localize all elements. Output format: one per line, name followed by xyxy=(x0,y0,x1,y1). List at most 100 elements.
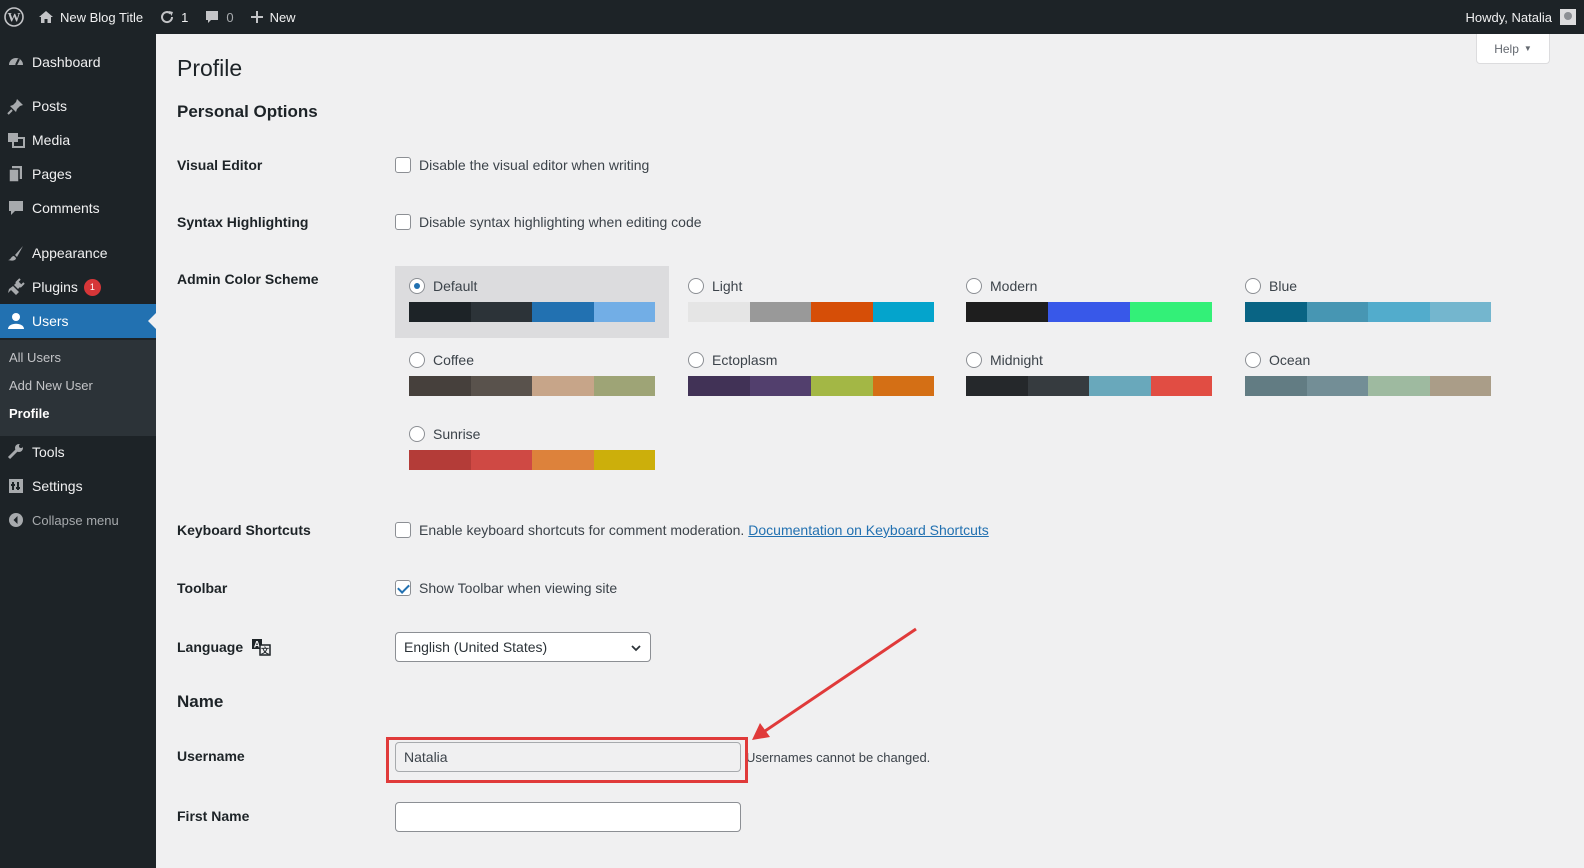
help-tab-button[interactable]: Help ▼ xyxy=(1476,34,1550,64)
brush-icon xyxy=(6,243,26,263)
color-scheme-radio[interactable] xyxy=(409,352,425,368)
pin-icon xyxy=(6,96,26,116)
color-swatches xyxy=(1245,376,1491,396)
caret-down-icon: ▼ xyxy=(1523,44,1532,53)
syntax-highlighting-option-text: Disable syntax highlighting when editing… xyxy=(419,214,702,230)
annotation-arrow-icon xyxy=(752,627,917,740)
media-icon xyxy=(6,130,26,150)
username-label: Username xyxy=(177,748,245,764)
menu-comments[interactable]: Comments xyxy=(0,191,156,225)
color-scheme-radio[interactable] xyxy=(1245,278,1261,294)
user-icon xyxy=(6,311,26,331)
site-name-link[interactable]: New Blog Title xyxy=(30,0,151,34)
submenu-all-users[interactable]: All Users xyxy=(9,350,61,365)
menu-settings[interactable]: Settings xyxy=(0,469,156,503)
menu-tools[interactable]: Tools xyxy=(0,435,156,469)
comment-icon xyxy=(6,198,26,218)
comments-count: 0 xyxy=(226,9,234,25)
menu-label: Comments xyxy=(32,200,100,216)
color-scheme-midnight[interactable]: Midnight xyxy=(952,340,1226,412)
color-scheme-radio[interactable] xyxy=(1245,352,1261,368)
color-scheme-ocean[interactable]: Ocean xyxy=(1231,340,1505,412)
collapse-menu-button[interactable]: Collapse menu xyxy=(0,503,156,537)
keyboard-shortcuts-option[interactable]: Enable keyboard shortcuts for comment mo… xyxy=(395,522,989,538)
menu-dashboard[interactable]: Dashboard xyxy=(0,45,156,79)
username-description: Usernames cannot be changed. xyxy=(746,750,931,765)
language-select[interactable]: English (United States) xyxy=(395,632,651,662)
color-scheme-light[interactable]: Light xyxy=(674,266,948,338)
name-heading: Name xyxy=(177,692,224,711)
plugin-icon xyxy=(6,277,26,297)
translation-icon: A文 xyxy=(251,638,271,659)
color-scheme-ectoplasm[interactable]: Ectoplasm xyxy=(674,340,948,412)
wrench-icon xyxy=(6,442,26,462)
toolbar-checkbox[interactable] xyxy=(395,580,411,596)
updates-link[interactable]: 1 xyxy=(151,0,196,34)
visual-editor-option-text: Disable the visual editor when writing xyxy=(419,157,650,173)
color-scheme-radio[interactable] xyxy=(409,278,425,294)
first-name-field[interactable] xyxy=(395,802,741,832)
color-scheme-name: Modern xyxy=(990,278,1038,294)
language-label: Language xyxy=(177,639,244,656)
menu-label: Media xyxy=(32,132,71,148)
color-swatches xyxy=(688,376,934,396)
color-scheme-radio[interactable] xyxy=(966,352,982,368)
annotation-highlight-box xyxy=(386,737,748,783)
color-scheme-radio[interactable] xyxy=(688,278,704,294)
comment-icon xyxy=(204,9,220,25)
color-swatches xyxy=(966,376,1212,396)
color-scheme-radio[interactable] xyxy=(688,352,704,368)
account-menu[interactable]: Howdy, Natalia xyxy=(1466,0,1576,34)
color-scheme-modern[interactable]: Modern xyxy=(952,266,1226,338)
color-scheme-default[interactable]: Default xyxy=(395,266,669,338)
avatar xyxy=(1560,9,1576,25)
plus-icon xyxy=(250,10,264,24)
comments-link[interactable]: 0 xyxy=(196,0,241,34)
wordpress-logo-icon[interactable]: W xyxy=(0,0,30,34)
color-scheme-radio[interactable] xyxy=(409,426,425,442)
menu-posts[interactable]: Posts xyxy=(0,89,156,123)
color-scheme-radio[interactable] xyxy=(966,278,982,294)
menu-label: Appearance xyxy=(32,245,108,261)
keyboard-shortcuts-docs-link[interactable]: Documentation on Keyboard Shortcuts xyxy=(748,522,988,538)
keyboard-shortcuts-label: Keyboard Shortcuts xyxy=(177,522,311,538)
menu-pages[interactable]: Pages xyxy=(0,157,156,191)
howdy-greeting: Howdy, Natalia xyxy=(1465,9,1552,25)
menu-media[interactable]: Media xyxy=(0,123,156,157)
users-submenu: All Users Add New User Profile xyxy=(0,340,156,436)
color-swatches xyxy=(409,450,655,470)
color-scheme-name: Default xyxy=(433,278,478,294)
first-name-label: First Name xyxy=(177,808,250,824)
collapse-menu-label: Collapse menu xyxy=(32,512,119,528)
syntax-highlighting-checkbox[interactable] xyxy=(395,214,411,230)
menu-label: Users xyxy=(32,313,69,329)
svg-text:文: 文 xyxy=(261,646,270,656)
visual-editor-checkbox[interactable] xyxy=(395,157,411,173)
help-label: Help xyxy=(1494,41,1519,56)
menu-label: Tools xyxy=(32,444,65,460)
syntax-highlighting-label: Syntax Highlighting xyxy=(177,214,309,230)
new-label: New xyxy=(269,9,296,25)
keyboard-shortcuts-option-text: Enable keyboard shortcuts for comment mo… xyxy=(419,522,745,538)
updates-count: 1 xyxy=(181,9,189,25)
settings-icon xyxy=(6,476,26,496)
color-scheme-sunrise[interactable]: Sunrise xyxy=(395,414,669,486)
submenu-add-new-user[interactable]: Add New User xyxy=(9,378,93,393)
color-scheme-name: Coffee xyxy=(433,352,474,368)
color-scheme-blue[interactable]: Blue xyxy=(1231,266,1505,338)
toolbar-option[interactable]: Show Toolbar when viewing site xyxy=(395,580,617,596)
color-swatches xyxy=(966,302,1212,322)
syntax-highlighting-option[interactable]: Disable syntax highlighting when editing… xyxy=(395,214,702,230)
keyboard-shortcuts-checkbox[interactable] xyxy=(395,522,411,538)
home-icon xyxy=(38,9,54,25)
submenu-profile[interactable]: Profile xyxy=(9,406,49,421)
color-scheme-coffee[interactable]: Coffee xyxy=(395,340,669,412)
menu-appearance[interactable]: Appearance xyxy=(0,236,156,270)
chevron-down-icon xyxy=(630,641,642,657)
language-label-row: Language A文 xyxy=(177,638,271,659)
menu-plugins[interactable]: Plugins 1 xyxy=(0,270,156,304)
visual-editor-option[interactable]: Disable the visual editor when writing xyxy=(395,157,649,173)
new-content-link[interactable]: New xyxy=(242,0,304,34)
toolbar-option-text: Show Toolbar when viewing site xyxy=(419,580,618,596)
menu-users[interactable]: Users xyxy=(0,304,156,338)
